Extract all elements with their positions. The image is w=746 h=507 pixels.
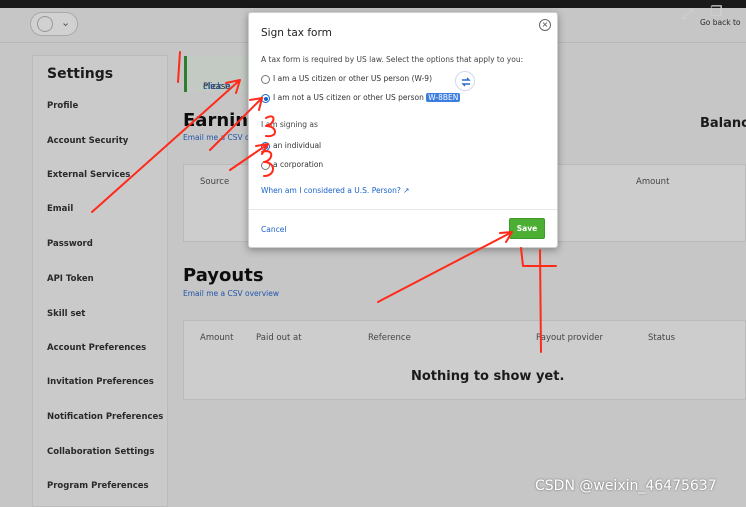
red-annotation-strokes bbox=[91, 51, 557, 353]
watermark: CSDN @weixin_46475637 bbox=[535, 478, 717, 494]
